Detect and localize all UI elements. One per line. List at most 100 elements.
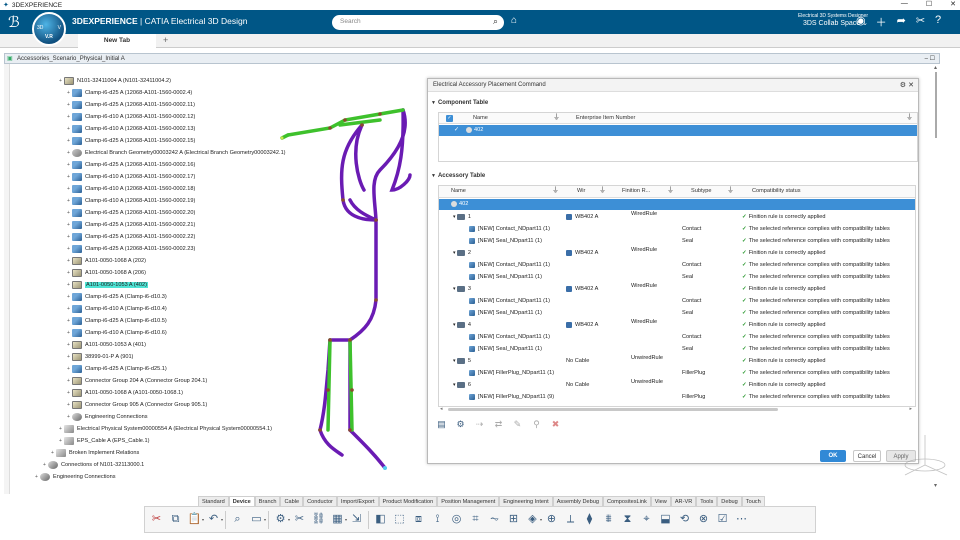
search-accessory-icon[interactable]: ⚲ — [529, 417, 544, 431]
analyze-icon[interactable]: ⌖ — [639, 511, 654, 528]
document-window-controls[interactable]: – ☐ — [925, 54, 935, 64]
harness-start-connector[interactable] — [280, 136, 284, 140]
tree-node[interactable]: + Connector Group 204 A (Connector Group … — [66, 375, 207, 387]
minimize-button[interactable]: — — [901, 0, 908, 8]
expand-toggle-icon[interactable]: + — [66, 294, 71, 300]
grid-icon[interactable]: ▦ ▾ — [330, 511, 347, 528]
workbench-tab[interactable]: Touch — [741, 496, 765, 506]
filter-icon[interactable]: ⏚ — [666, 186, 675, 196]
scroll-up-icon[interactable]: ▴ — [934, 64, 937, 71]
expand-toggle-icon[interactable]: + — [66, 210, 71, 216]
accessory-group-row[interactable]: ▾ 6 No Cable UnwiredRule ✓ Finition rule is … — [439, 379, 915, 391]
horizontal-scrollbar[interactable]: ◂ ▸ — [438, 406, 916, 412]
tree-node[interactable]: + Electrical Branch Geometry00003242 A (E… — [66, 147, 286, 159]
accessory-item-row[interactable]: [NEW] Seal_NDpart11 (1) Seal ✓ The selected… — [439, 343, 915, 355]
tree-node[interactable]: + Clamp-i6-d10 A (Clamp-i6-d10.6) — [66, 327, 167, 339]
user-info[interactable]: Electrical 3D Systems Designer 3DS Colla… — [760, 13, 868, 27]
3d-viewer[interactable] — [270, 90, 430, 480]
expand-toggle-icon[interactable]: + — [66, 342, 71, 348]
col-subtype[interactable]: Subtype — [691, 186, 712, 197]
link-icon[interactable]: ⛓ — [311, 511, 326, 528]
workbench-tab[interactable]: Standard — [198, 496, 229, 506]
settings-icon[interactable]: ⚙ — [453, 417, 468, 431]
tree-node[interactable]: + Clamp-i6-d25 A (12068-A101-1560-0002.20… — [66, 207, 195, 219]
cable-icon[interactable]: ⧈ — [411, 511, 426, 528]
plug-icon[interactable]: ⏦ — [487, 511, 502, 528]
edit-accessory-icon[interactable]: ✎ — [510, 417, 525, 431]
measure-icon[interactable]: ⟂ — [563, 511, 578, 528]
scroll-down-icon[interactable]: ▾ — [934, 482, 937, 489]
add-tab-button[interactable]: + — [163, 34, 168, 47]
tree-node[interactable]: + Connector Group 905 A (Connector Group … — [66, 399, 207, 411]
tree-node[interactable]: + Clamp-i6-d10 A (12068-A101-1560-0002.19… — [66, 195, 195, 207]
workbench-tab[interactable]: AR-VR — [670, 496, 697, 506]
tree-node[interactable]: + EPS_Cable A (EPS_Cable.1) — [58, 435, 149, 447]
share-icon[interactable]: ➦ — [897, 14, 906, 30]
tree-node[interactable]: + Engineering Connections — [66, 411, 148, 423]
zoom-icon[interactable]: ⌕ — [230, 511, 245, 528]
tools-icon[interactable]: ✂ — [916, 14, 925, 30]
workbench-tab[interactable]: Cable — [280, 496, 304, 506]
expand-toggle-icon[interactable]: + — [66, 330, 71, 336]
expand-toggle-icon[interactable]: + — [66, 162, 71, 168]
tree-node[interactable]: + Connections of N101-32113000.1 — [42, 459, 144, 471]
expand-toggle-icon[interactable]: + — [66, 186, 71, 192]
cut-icon[interactable]: ✂ — [149, 511, 164, 528]
tree-node[interactable]: + A101-0050-1068 A (206) — [66, 267, 146, 279]
workbench-tab[interactable]: Debug — [717, 496, 742, 506]
finition-rule-cell[interactable]: WiredRule — [631, 244, 657, 256]
user-avatar-icon[interactable]: ◉ — [856, 14, 866, 30]
workbench-tab[interactable]: Device — [228, 496, 255, 506]
delete-accessory-icon[interactable]: ✖ — [548, 417, 563, 431]
close-button[interactable]: ✕ — [950, 0, 956, 8]
expand-toggle-icon[interactable]: + — [58, 426, 63, 432]
expand-toggle-icon[interactable]: + — [66, 198, 71, 204]
workbench-tab[interactable]: Position Management — [437, 496, 500, 506]
tree-node[interactable]: + Clamp-i6-d25 A (12068-A101-1560-0002.4) — [66, 87, 192, 99]
expand-toggle-icon[interactable]: + — [66, 306, 71, 312]
check-icon[interactable]: ☑ — [715, 511, 730, 528]
accessory-item-row[interactable]: [NEW] Seal_NDpart11 (1) Seal ✓ The selected… — [439, 271, 915, 283]
harness-end-connector[interactable] — [383, 466, 387, 470]
expand-toggle-icon[interactable]: + — [66, 174, 71, 180]
checkbox-checked-icon[interactable]: ✓ — [454, 126, 459, 133]
workbench-tab[interactable]: Import/Export — [336, 496, 379, 506]
accessory-group-row[interactable]: ▾ 4 WB402 A WiredRule ✓ Finition rule is cor… — [439, 319, 915, 331]
save-table-icon[interactable]: ▤ — [434, 417, 449, 431]
expand-toggle-icon[interactable]: + — [66, 366, 71, 372]
view-compass-icon[interactable] — [895, 425, 955, 485]
expand-toggle-icon[interactable]: + — [66, 246, 71, 252]
expand-toggle-icon[interactable]: + — [66, 138, 71, 144]
scroll-left-icon[interactable]: ◂ — [440, 406, 443, 412]
book-icon[interactable]: ▭ ▾ — [249, 511, 266, 528]
expand-toggle-icon[interactable]: + — [66, 402, 71, 408]
tree-node[interactable]: + Clamp-i6-d10 A (12068-A101-1560-0002.17… — [66, 171, 195, 183]
tab-new[interactable]: New Tab — [78, 34, 156, 48]
add-icon[interactable]: ＋ — [876, 14, 887, 30]
select-all-checkbox[interactable]: ✓ — [446, 115, 453, 122]
branch-icon[interactable]: ⟟ — [430, 511, 445, 528]
finition-rule-cell[interactable]: WiredRule — [631, 280, 657, 292]
tree-node[interactable]: + A101-0050-1068 A (202) — [66, 255, 146, 267]
workbench-tab[interactable]: Product Modification — [378, 496, 438, 506]
undo-icon[interactable]: ↶ ▾ — [206, 511, 223, 528]
search-input[interactable]: Search ⌕ — [332, 15, 504, 30]
accessory-item-row[interactable]: [NEW] Contact_NDpart11 (1) Contact ✓ The se… — [439, 259, 915, 271]
expand-toggle-icon[interactable]: + — [66, 270, 71, 276]
segment-icon[interactable]: ⧫ — [582, 511, 597, 528]
expand-toggle-icon[interactable]: + — [66, 90, 71, 96]
copy-icon[interactable]: ⧉ — [168, 511, 183, 528]
maximize-button[interactable]: ☐ — [926, 0, 932, 8]
accessory-item-row[interactable]: [NEW] Contact_NDpart11 (1) Contact ✓ The se… — [439, 295, 915, 307]
scroll-thumb[interactable] — [448, 408, 778, 411]
tree-node[interactable]: + Clamp-i6-d10 A (Clamp-i6-d10.4) — [66, 303, 167, 315]
accessory-item-row[interactable]: [NEW] FillerPlug_NDpart11 (1) FillerPlug ✓… — [439, 367, 915, 379]
expand-toggle-icon[interactable]: + — [66, 390, 71, 396]
expand-toggle-icon[interactable]: + — [66, 114, 71, 120]
shell-icon[interactable]: ◈ ▾ — [525, 511, 542, 528]
arrange-icon[interactable]: ⇲ — [349, 511, 364, 528]
filter-icon[interactable]: ⏚ — [598, 186, 607, 196]
workbench-tab[interactable]: Conductor — [303, 496, 337, 506]
expand-toggle-icon[interactable]: + — [58, 438, 63, 444]
accessory-item-row[interactable]: [NEW] Contact_NDpart11 (1) Contact ✓ The se… — [439, 331, 915, 343]
